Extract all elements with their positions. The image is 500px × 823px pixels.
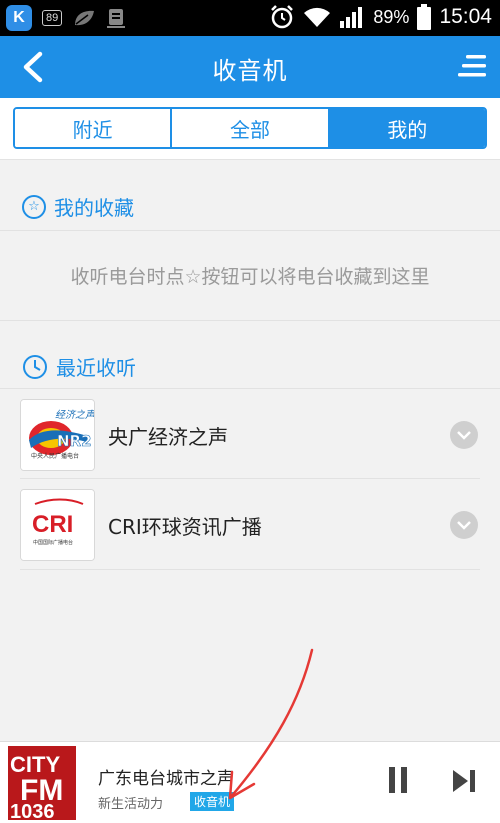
now-playing-subtitle: 新生活动力 — [98, 797, 164, 812]
app-bar: 收音机 — [0, 36, 500, 98]
skip-next-icon[interactable] — [452, 768, 476, 794]
divider — [0, 230, 500, 231]
clock-icon — [23, 354, 47, 379]
tab-nearby[interactable]: 附近 — [15, 109, 171, 147]
divider — [0, 388, 500, 389]
battery-percent: 89% — [373, 6, 410, 27]
page-title: 收音机 — [212, 57, 288, 85]
favorites-empty-hint: 收听电台时点☆按钮可以将电台收藏到这里 — [70, 266, 430, 288]
star-icon: ☆ — [22, 194, 46, 219]
favorites-heading-label: 我的收藏 — [54, 196, 134, 220]
now-playing-logo: CITY FM 1036 — [8, 746, 76, 820]
favorites-heading: ☆ 我的收藏 — [22, 192, 134, 221]
clock-time: 15:04 — [439, 5, 492, 28]
now-playing-station: 广东电台城市之声 — [98, 769, 234, 789]
divider — [0, 320, 500, 321]
svg-text:经济之声: 经济之声 — [55, 409, 95, 421]
tab-mine[interactable]: 我的 — [327, 109, 485, 147]
station-item[interactable]: NR2 中央人民广播电台 经济之声 央广经济之声 — [20, 394, 480, 476]
wifi-icon — [304, 7, 331, 28]
station-logo: NR2 中央人民广播电台 经济之声 — [20, 399, 95, 471]
svg-text:中央人民广播电台: 中央人民广播电台 — [31, 452, 79, 460]
now-playing-bar[interactable]: CITY FM 1036 广东电台城市之声 新生活动力 收音机 — [0, 741, 500, 823]
tab-bar: 附近 全部 我的 — [0, 98, 500, 160]
station-name: CRI环球资讯广播 — [108, 515, 262, 539]
station-name: 央广经济之声 — [108, 425, 228, 449]
menu-icon[interactable] — [458, 53, 486, 79]
chevron-down-icon[interactable] — [450, 421, 478, 449]
download-icon — [107, 9, 126, 28]
svg-text:1036: 1036 — [10, 801, 55, 820]
alarm-icon — [271, 5, 294, 29]
signal-icon — [340, 7, 363, 28]
divider — [20, 569, 480, 570]
status-bar: K 89 89% 15:04 — [0, 0, 500, 36]
station-logo: CRI 中国国际广播电台 — [20, 489, 95, 561]
recent-heading-label: 最近收听 — [56, 356, 136, 380]
recent-heading: 最近收听 — [22, 352, 136, 381]
pause-icon[interactable] — [388, 766, 408, 794]
leaf-icon — [75, 10, 95, 26]
station-item[interactable]: CRI 中国国际广播电台 CRI环球资讯广播 — [20, 484, 480, 566]
notification-count-icon: 89 — [42, 10, 63, 26]
chevron-down-icon[interactable] — [450, 511, 478, 539]
svg-text:中国国际广播电台: 中国国际广播电台 — [33, 539, 73, 546]
battery-icon — [417, 4, 432, 30]
now-playing-badge: 收音机 — [190, 792, 235, 811]
svg-text:NR2: NR2 — [57, 432, 92, 450]
k-app-icon: K — [6, 5, 32, 31]
divider — [20, 478, 480, 479]
svg-text:CRI: CRI — [32, 511, 73, 538]
tab-all[interactable]: 全部 — [170, 109, 328, 147]
